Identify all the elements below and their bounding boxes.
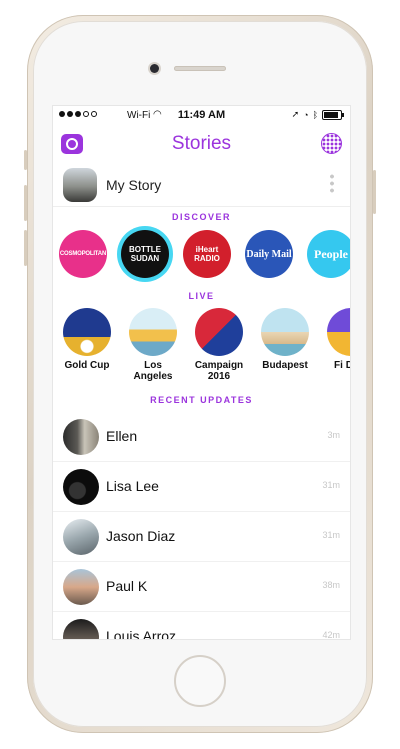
timestamp: 31m bbox=[322, 480, 340, 490]
avatar bbox=[63, 569, 99, 605]
los-angeles-icon bbox=[129, 308, 177, 356]
location-icon: ➚ bbox=[291, 109, 300, 119]
discover-channel[interactable]: Daily Mail bbox=[245, 230, 293, 278]
header: Stories bbox=[53, 128, 350, 162]
gold-cup-icon bbox=[63, 308, 111, 356]
live-stories: Gold Cup Los Angeles Campaign 2016 Budap… bbox=[61, 308, 350, 388]
volume-button bbox=[24, 150, 27, 170]
volume-button bbox=[24, 185, 27, 221]
recent-updates-section-label: RECENT UPDATES bbox=[150, 395, 253, 405]
more-options-icon[interactable] bbox=[330, 173, 334, 193]
avatar bbox=[63, 519, 99, 555]
discover-section-label: DISCOVER bbox=[171, 212, 231, 222]
discover-channel[interactable]: People bbox=[307, 230, 350, 278]
timestamp: 38m bbox=[322, 580, 340, 590]
live-story-caption: Fi De S bbox=[334, 360, 350, 371]
live-story[interactable]: Fi De S bbox=[325, 308, 350, 371]
live-story[interactable]: Campaign 2016 bbox=[193, 308, 245, 382]
my-story-label: My Story bbox=[106, 177, 162, 193]
timestamp: 42m bbox=[322, 630, 340, 640]
avatar bbox=[63, 619, 99, 639]
live-story-caption: Los Angeles bbox=[133, 360, 173, 382]
discover-channel[interactable]: BOTTLE SUDAN bbox=[121, 230, 169, 278]
friend-name: Jason Diaz bbox=[106, 528, 176, 544]
avatar bbox=[63, 419, 99, 455]
my-story-thumbnail bbox=[63, 168, 97, 202]
list-item[interactable]: Jason Diaz 31m bbox=[53, 512, 350, 562]
live-story-caption: Campaign 2016 bbox=[194, 360, 244, 382]
timestamp: 31m bbox=[322, 530, 340, 540]
list-item[interactable]: Lisa Lee 31m bbox=[53, 462, 350, 512]
live-story[interactable]: Gold Cup bbox=[61, 308, 113, 371]
timestamp: 3m bbox=[327, 430, 340, 440]
status-icons: ➚ ◔ ᛒ bbox=[291, 109, 344, 120]
battery-icon bbox=[322, 109, 344, 120]
home-button[interactable] bbox=[174, 655, 226, 707]
friend-name: Ellen bbox=[106, 428, 138, 444]
avatar bbox=[63, 469, 99, 505]
alarm-icon: ◔ bbox=[303, 109, 309, 120]
list-item[interactable]: Paul K 38m bbox=[53, 562, 350, 612]
bluetooth-icon: ᛒ bbox=[312, 109, 318, 120]
my-story-row[interactable]: My Story bbox=[53, 164, 350, 207]
list-item[interactable]: Ellen 3m bbox=[53, 412, 350, 462]
discover-channels: COSMOPOLITAN BOTTLE SUDAN iHeart RADIO D… bbox=[59, 230, 350, 282]
front-camera bbox=[150, 64, 159, 73]
live-story-caption: Budapest bbox=[262, 360, 308, 371]
live-story-caption: Gold Cup bbox=[64, 360, 110, 371]
fiesta-icon bbox=[327, 308, 350, 356]
friend-name: Lisa Lee bbox=[106, 478, 159, 494]
friend-name: Paul K bbox=[106, 578, 148, 594]
list-item[interactable]: Louis Arroz 42m bbox=[53, 612, 350, 640]
power-button bbox=[373, 170, 376, 214]
live-story[interactable]: Budapest bbox=[259, 308, 311, 371]
volume-button bbox=[24, 230, 27, 266]
recent-updates-list: Ellen 3m Lisa Lee 31m Jason Diaz 31m Pau… bbox=[53, 412, 350, 640]
live-section-label: LIVE bbox=[188, 291, 215, 301]
budapest-icon bbox=[261, 308, 309, 356]
discover-channel[interactable]: iHeart RADIO bbox=[183, 230, 231, 278]
campaign-2016-icon bbox=[195, 308, 243, 356]
status-bar: Wi-Fi ◠ 11:49 AM ➚ ◔ ᛒ bbox=[53, 106, 350, 126]
friend-name: Louis Arroz bbox=[106, 628, 177, 640]
discover-globe-icon[interactable] bbox=[321, 133, 342, 154]
app-screen: Wi-Fi ◠ 11:49 AM ➚ ◔ ᛒ Stories My Story … bbox=[52, 105, 351, 640]
page-title: Stories bbox=[171, 133, 232, 154]
discover-channel[interactable]: COSMOPOLITAN bbox=[59, 230, 107, 278]
earpiece-speaker bbox=[174, 66, 226, 71]
live-story[interactable]: Los Angeles bbox=[127, 308, 179, 382]
